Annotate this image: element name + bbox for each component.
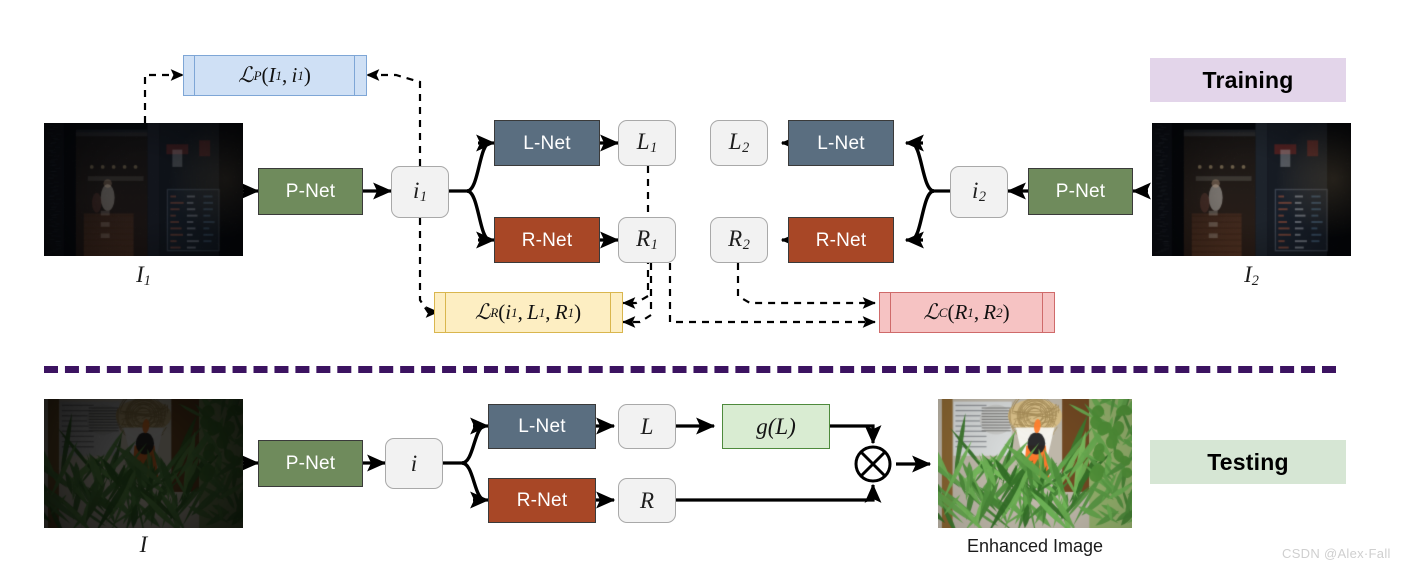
p-net-block-test-label: P-Net	[285, 453, 336, 474]
test-input-image-caption: I	[44, 532, 243, 558]
phase-label-training: Training	[1150, 58, 1346, 102]
enhanced-output-caption: Enhanced Image	[966, 536, 1104, 556]
l-net-block-left-label: L-Net	[523, 132, 571, 154]
reflectance-r1-label: R1	[636, 226, 658, 254]
r-net-block-left[interactable]: R-Net	[494, 217, 600, 263]
l-net-block-test-label: L-Net	[518, 416, 566, 437]
reflectance-r-node[interactable]: R	[618, 478, 676, 523]
p-net-block-test[interactable]: P-Net	[258, 440, 363, 487]
test-input-image	[44, 399, 243, 528]
l-net-block-right-label: L-Net	[817, 132, 865, 154]
loss-box-cap-right	[355, 55, 367, 96]
loss-box-projection: ℒ P(I 1, i 1)	[183, 55, 367, 96]
watermark-text: CSDN @Alex·Fall	[1282, 546, 1391, 561]
r-net-block-right[interactable]: R-Net	[788, 217, 894, 263]
illumination-i-node[interactable]: i	[385, 438, 443, 489]
illumination-i2-label: i2	[971, 178, 986, 206]
loss-box-cap-left	[183, 55, 195, 96]
gamma-function-label: g(L)	[756, 414, 796, 439]
multiply-operator-glyph	[854, 445, 892, 483]
reflectance-r2-node[interactable]: R2	[710, 217, 768, 263]
loss-box-reconstruction-label: ℒ R(i 1, L1, R 1)	[446, 292, 611, 333]
r-net-block-left-label: R-Net	[521, 229, 573, 251]
loss-box-consistency-label: ℒ C(R 1, R 2)	[891, 292, 1043, 333]
r-net-block-test-label: R-Net	[516, 490, 568, 511]
enhanced-output-image	[938, 399, 1132, 528]
l-net-block-right[interactable]: L-Net	[788, 120, 894, 166]
luminance-l-label: L	[640, 414, 654, 439]
loss-box-cap-right	[1043, 292, 1055, 333]
input-image-i1-caption: I1	[136, 262, 151, 290]
p-net-block-right[interactable]: P-Net	[1028, 168, 1133, 215]
input-image-i2	[1152, 123, 1351, 256]
illumination-i2-node[interactable]: i2	[950, 166, 1008, 218]
loss-box-cap-left	[434, 292, 446, 333]
luminance-l1-node[interactable]: L1	[618, 120, 676, 166]
illumination-i-label: i	[410, 451, 418, 476]
luminance-l2-label: L2	[728, 129, 750, 157]
loss-box-consistency: ℒ C(R 1, R 2)	[879, 292, 1055, 333]
p-net-block-left-label: P-Net	[285, 181, 336, 202]
diagram-canvas: Training ℒ P(I 1, i 1) I1 P-Net i1 L-Net R-…	[0, 0, 1404, 571]
reflectance-r1-node[interactable]: R1	[618, 217, 676, 263]
phase-label-testing: Testing	[1150, 440, 1346, 484]
illumination-i1-label: i1	[412, 178, 427, 206]
loss-box-cap-left	[879, 292, 891, 333]
luminance-l-node[interactable]: L	[618, 404, 676, 449]
phase-label-testing-text: Testing	[1207, 448, 1289, 475]
phase-label-training-text: Training	[1202, 66, 1294, 93]
loss-box-projection-label: ℒ P(I 1, i 1)	[195, 55, 355, 96]
input-image-i2-caption: I2	[1244, 262, 1259, 290]
luminance-l2-node[interactable]: L2	[710, 120, 768, 166]
gamma-function-block[interactable]: g(L)	[722, 404, 830, 449]
l-net-block-left[interactable]: L-Net	[494, 120, 600, 166]
illumination-i1-node[interactable]: i1	[391, 166, 449, 218]
p-net-block-right-label: P-Net	[1055, 181, 1106, 202]
reflectance-r-label: R	[639, 488, 655, 513]
test-input-caption-text: I	[139, 532, 148, 557]
input-image-i1	[44, 123, 243, 256]
r-net-block-test[interactable]: R-Net	[488, 478, 596, 523]
loss-box-reconstruction: ℒ R(i 1, L1, R 1)	[434, 292, 623, 333]
loss-box-cap-right	[611, 292, 623, 333]
section-divider	[44, 366, 1336, 373]
r-net-block-right-label: R-Net	[815, 229, 867, 251]
reflectance-r2-label: R2	[728, 226, 750, 254]
luminance-l1-label: L1	[636, 129, 658, 157]
l-net-block-test[interactable]: L-Net	[488, 404, 596, 449]
p-net-block-left[interactable]: P-Net	[258, 168, 363, 215]
